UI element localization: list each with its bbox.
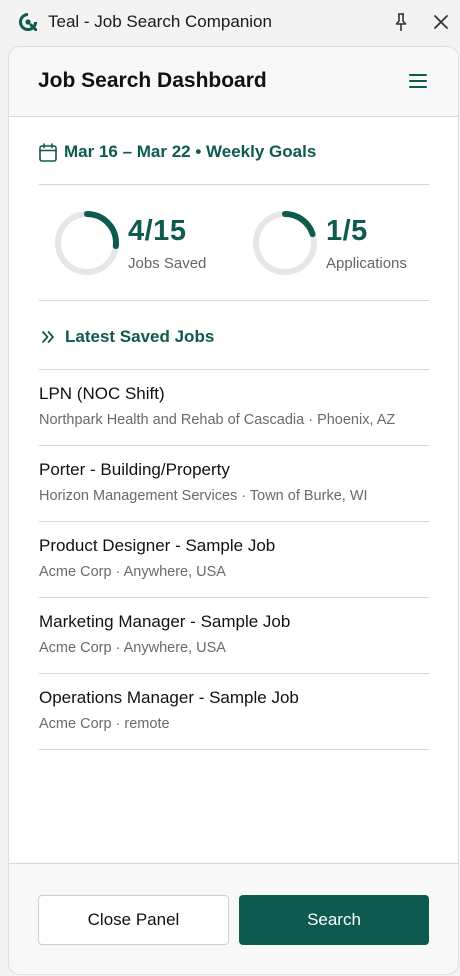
divider <box>39 300 429 301</box>
teal-logo-icon <box>19 13 37 31</box>
panel-footer: Close Panel Search <box>9 863 458 974</box>
latest-saved-jobs-heading[interactable]: Latest Saved Jobs <box>41 325 214 349</box>
job-list-item[interactable]: Porter - Building/Property Horizon Manag… <box>39 445 429 521</box>
progress-ring <box>55 211 119 275</box>
double-chevron-right-icon <box>42 331 54 343</box>
job-company-location: Acme Corp · remote <box>39 716 170 732</box>
pin-icon[interactable] <box>392 12 410 32</box>
page-title: Job Search Dashboard <box>38 69 267 92</box>
weekly-goals-range: Mar 16 – Mar 22 • Weekly Goals <box>39 140 316 164</box>
goal-jobs-saved: 4/15 Jobs Saved <box>53 209 233 281</box>
search-button[interactable]: Search <box>239 895 429 945</box>
job-title: Marketing Manager - Sample Job <box>39 612 291 631</box>
saved-jobs-list: LPN (NOC Shift) Northpark Health and Reh… <box>39 369 429 750</box>
job-company-location: Acme Corp · Anywhere, USA <box>39 564 226 580</box>
progress-ring <box>253 211 317 275</box>
job-list-item[interactable]: LPN (NOC Shift) Northpark Health and Reh… <box>39 369 429 445</box>
divider <box>39 184 429 185</box>
week-label: Mar 16 – Mar 22 • Weekly Goals <box>64 142 317 161</box>
latest-label: Latest Saved Jobs <box>65 327 215 346</box>
job-title: Porter - Building/Property <box>39 460 230 479</box>
job-company-location: Northpark Health and Rehab of Cascadia ·… <box>39 412 396 428</box>
goal-value: 4/15 <box>128 215 187 247</box>
job-list-item[interactable]: Marketing Manager - Sample Job Acme Corp… <box>39 597 429 673</box>
hamburger-menu-icon[interactable] <box>409 74 427 90</box>
close-icon[interactable] <box>431 12 451 32</box>
job-list-item[interactable]: Operations Manager - Sample Job Acme Cor… <box>39 673 429 750</box>
job-company-location: Horizon Management Services · Town of Bu… <box>39 488 368 504</box>
goal-label: Applications <box>326 255 407 272</box>
dashboard-panel: Job Search Dashboard Mar 16 – Mar 22 • W… <box>8 46 459 975</box>
goal-label: Jobs Saved <box>128 255 207 272</box>
window-title: Teal - Job Search Companion <box>48 12 272 31</box>
job-title: Operations Manager - Sample Job <box>39 688 299 707</box>
panel-header: Job Search Dashboard <box>9 47 458 117</box>
goal-value: 1/5 <box>326 215 368 247</box>
calendar-icon <box>39 142 57 162</box>
job-list-item[interactable]: Product Designer - Sample Job Acme Corp … <box>39 521 429 597</box>
job-title: Product Designer - Sample Job <box>39 536 276 555</box>
job-title: LPN (NOC Shift) <box>39 384 165 403</box>
close-panel-button[interactable]: Close Panel <box>38 895 229 945</box>
job-company-location: Acme Corp · Anywhere, USA <box>39 640 226 656</box>
goal-applications: 1/5 Applications <box>251 209 431 281</box>
window-titlebar: Teal - Job Search Companion <box>0 0 460 44</box>
